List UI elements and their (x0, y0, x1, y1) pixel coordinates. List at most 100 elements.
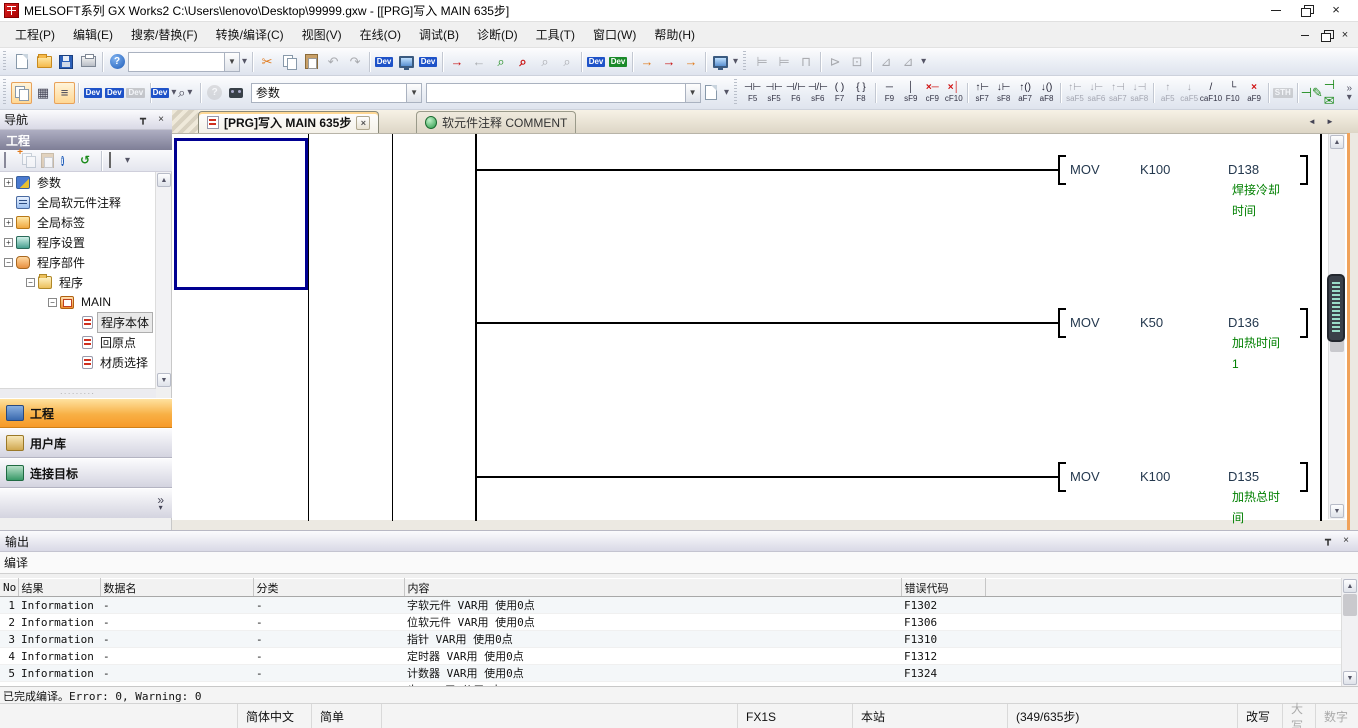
search-combo[interactable]: ▼ (426, 83, 700, 103)
cut-button[interactable]: ✂ (256, 51, 278, 73)
output-pin-icon[interactable]: ┳ (1321, 534, 1335, 548)
sort-dropdown-icon[interactable]: ▾ (123, 156, 132, 165)
menu-project[interactable]: 工程(P) (6, 22, 64, 47)
tree-item-program-body[interactable]: 程序本体 (0, 312, 155, 332)
undo-button[interactable]: ↶ (322, 51, 344, 73)
plc-write-button[interactable]: → (658, 51, 680, 73)
toolbar2-grip[interactable] (3, 79, 8, 105)
menu-find-replace[interactable]: 搜索/替换(F) (122, 22, 207, 47)
fn-open-contact-button[interactable]: ⊣⊢F5 (742, 78, 763, 108)
scan-stop-button[interactable]: ⊿ (897, 51, 919, 73)
nav-pin-icon[interactable]: ┳ (136, 113, 150, 127)
navigation-window-button[interactable] (11, 82, 32, 104)
close-icon[interactable]: × (1330, 5, 1342, 17)
device-combo[interactable]: 参数 ▼ (251, 83, 422, 103)
tree-item-home-position[interactable]: 回原点 (0, 332, 155, 352)
tree-item-pou[interactable]: − 程序部件 (0, 252, 155, 272)
tab-close-icon[interactable]: × (356, 116, 370, 130)
ladder-cursor[interactable] (174, 138, 308, 290)
tab-main-program[interactable]: [PRG]写入 MAIN 635步 × (198, 111, 379, 133)
col-no[interactable]: No. (0, 579, 18, 597)
expand-icon[interactable]: − (4, 258, 13, 267)
fn-delete-hline-button[interactable]: ×─cF9 (922, 78, 943, 108)
instruction-source[interactable]: K100 (1140, 162, 1170, 177)
fn-toolbar-overflow-icon[interactable]: ▾ (1345, 93, 1354, 102)
output-close-icon[interactable]: × (1339, 534, 1353, 548)
output-row[interactable]: 3 Information - - 指针 VAR用 使用0点 F1310 (0, 631, 1341, 648)
fn-edge-down-button[interactable]: ↓caF5 (1178, 78, 1199, 108)
menu-help[interactable]: 帮助(H) (645, 22, 704, 47)
col-error-code[interactable]: 错误代码 (901, 579, 985, 597)
nav-refresh-button[interactable]: ↺ (79, 153, 95, 169)
panel-more-dropdown-icon[interactable]: ▾ (157, 504, 164, 512)
plc-verify-button[interactable]: → (680, 51, 702, 73)
tree-item-main[interactable]: − MAIN (0, 292, 155, 312)
fn-application-button[interactable]: { }F8 (850, 78, 871, 108)
ladder-scroll-up-icon[interactable]: ▲ (1330, 135, 1344, 149)
instruction-source[interactable]: K100 (1140, 469, 1170, 484)
sim-stop-button[interactable]: ⊨ (773, 51, 795, 73)
sim-start-button[interactable]: ⊨ (751, 51, 773, 73)
fn-vline-button[interactable]: │sF9 (900, 78, 921, 108)
ladder-vertical-scrollbar[interactable]: ▲ ▼ (1328, 134, 1345, 519)
ladder-canvas[interactable]: MOV K100 D138 焊接冷却 时间 MOV K50 D136 加热时间 … (172, 133, 1347, 520)
expand-icon[interactable]: − (26, 278, 35, 287)
fn-coil-button[interactable]: ( )F7 (829, 78, 850, 108)
help-button[interactable]: ? (106, 51, 128, 73)
save-project-button[interactable] (55, 51, 77, 73)
instruction-destination[interactable]: D138 (1228, 162, 1259, 177)
tree-scroll-up-icon[interactable]: ▲ (157, 173, 171, 187)
help2-button[interactable]: ? (204, 82, 225, 104)
device-comment-button[interactable]: Dev (82, 82, 103, 104)
comment-display-button[interactable]: ≡ (54, 82, 75, 104)
fn-end-line-button[interactable]: └F10 (1222, 78, 1243, 108)
output-scroll-down-icon[interactable]: ▼ (1343, 671, 1357, 685)
step-exec-button[interactable]: ⊡ (846, 51, 868, 73)
tree-scrollbar[interactable]: ▲ ▼ (155, 172, 171, 388)
output-row[interactable]: 5 Information - - 计数器 VAR用 使用0点 F1324 (0, 665, 1341, 682)
tree-item-global-device-comment[interactable]: 全局软元件注释 (0, 192, 155, 212)
nav-sort-button[interactable]: ▾ (108, 153, 124, 169)
nav-new-data-button[interactable] (3, 153, 19, 169)
copy-button[interactable] (278, 51, 300, 73)
plc-read-button[interactable]: → (636, 51, 658, 73)
tab-scroll-left-icon[interactable]: ◄ (1304, 114, 1320, 129)
output-row[interactable]: 1 Information - - 字软元件 VAR用 使用0点 F1302 (0, 597, 1341, 614)
instruction-destination[interactable]: D136 (1228, 315, 1259, 330)
print-button[interactable] (77, 51, 99, 73)
col-category[interactable]: 分类 (253, 579, 404, 597)
nav-close-icon[interactable]: × (154, 113, 168, 127)
fn-pulse-open-button[interactable]: ↑⊢saF5 (1064, 78, 1085, 108)
menu-tool[interactable]: 工具(T) (527, 22, 584, 47)
panel-button-connection[interactable]: 连接目标 (0, 458, 172, 488)
edit-comment-button[interactable]: ⊣✎ (1301, 82, 1323, 104)
find-in-page-button[interactable] (701, 82, 722, 104)
mdi-restore-icon[interactable] (1320, 30, 1330, 40)
expand-icon[interactable]: − (48, 298, 57, 307)
scan-run-button[interactable]: ⊿ (875, 51, 897, 73)
menu-online[interactable]: 在线(O) (351, 22, 410, 47)
fn-closed-branch-button[interactable]: ⊣/⊢sF6 (807, 78, 829, 108)
nav-paste-button[interactable] (41, 153, 57, 169)
paste-button[interactable] (300, 51, 322, 73)
menu-compile[interactable]: 转换/编译(C) (207, 22, 293, 47)
function-block-button[interactable]: ▦ (32, 82, 53, 104)
new-project-button[interactable] (11, 51, 33, 73)
device-monitor-button[interactable] (395, 51, 417, 73)
menu-view[interactable]: 视图(V) (293, 22, 351, 47)
toolbar-overflow2-icon[interactable]: ▾ (731, 57, 740, 66)
device-find-button[interactable]: Dev (373, 51, 395, 73)
fn-open-branch-button[interactable]: ⊣⊢sF5 (763, 78, 784, 108)
device-combo-arrow-icon[interactable]: ▼ (406, 84, 421, 102)
toolbar2-overflow-icon[interactable]: ▾ (722, 88, 731, 97)
fn-falling-pulse-button[interactable]: ↓⊢sF8 (993, 78, 1014, 108)
inline-st-button[interactable]: STH (1272, 82, 1294, 104)
panel-button-project[interactable]: 工程 (0, 398, 172, 428)
nav-copy-button[interactable] (22, 153, 38, 169)
tab-device-comment[interactable]: 软元件注释 COMMENT (416, 111, 576, 133)
find-button[interactable] (225, 82, 246, 104)
device-read-button[interactable]: Dev (585, 51, 607, 73)
device-write-button[interactable]: Dev (607, 51, 629, 73)
tree-item-global-label[interactable]: + 全局标签 (0, 212, 155, 232)
fn-toolbar-grip[interactable] (734, 79, 739, 105)
